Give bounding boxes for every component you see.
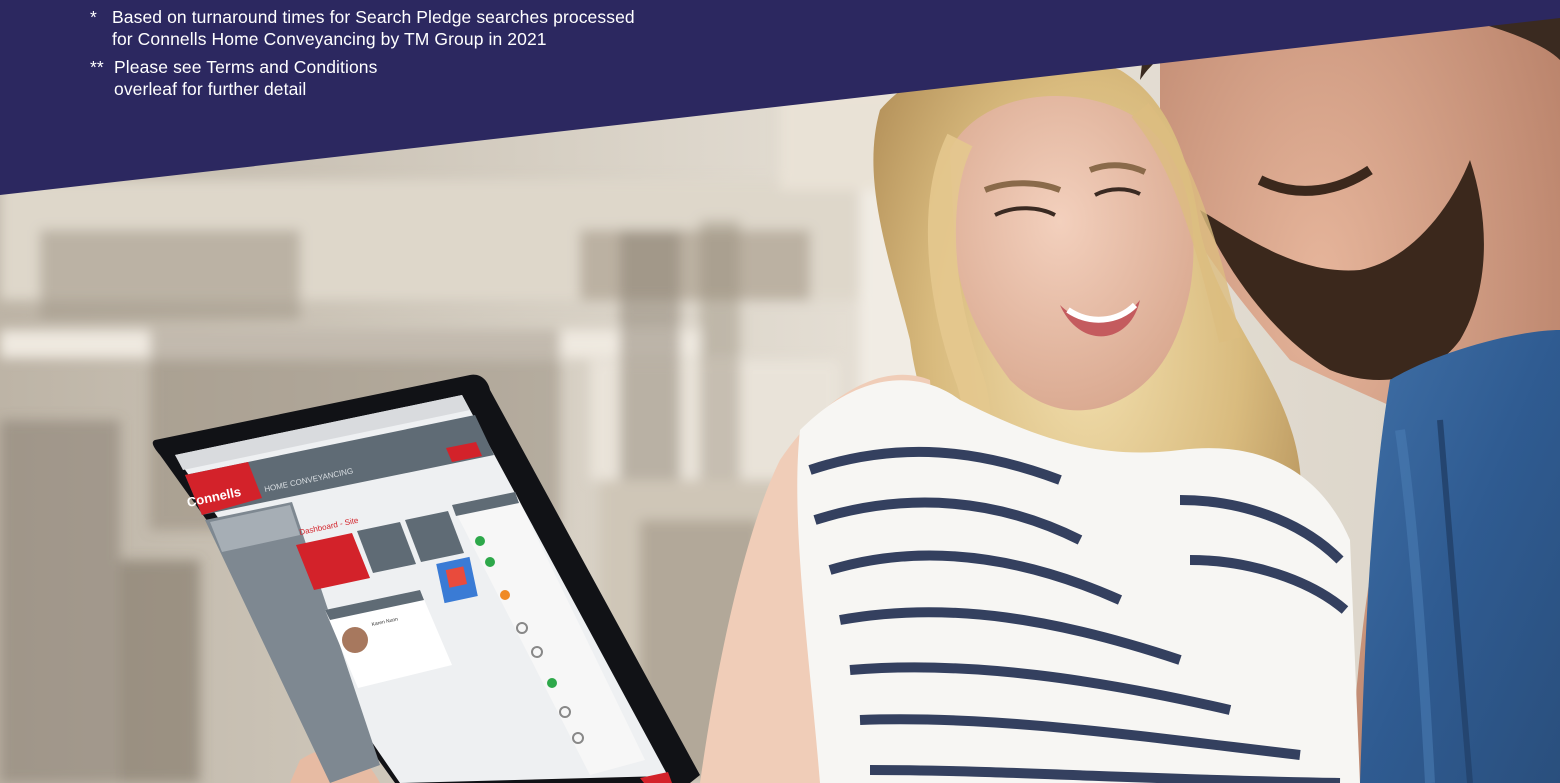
footnote-banner: * Based on turnaround times for Search P… [0, 0, 1560, 200]
footnote-1: * Based on turnaround times for Search P… [90, 6, 635, 50]
footnote-2: ** Please see Terms and Conditions overl… [90, 56, 635, 100]
footnote-1-line-2: for Connells Home Conveyancing by TM Gro… [112, 29, 547, 49]
footnote-1-mark: * [90, 7, 97, 27]
footnote-1-line-1: Based on turnaround times for Search Ple… [112, 7, 635, 27]
footnote-2-line-2: overleaf for further detail [114, 79, 307, 99]
footnote-2-line-1: Please see Terms and Conditions [114, 57, 378, 77]
footnotes: * Based on turnaround times for Search P… [90, 6, 635, 106]
footnote-2-mark: ** [90, 57, 104, 77]
